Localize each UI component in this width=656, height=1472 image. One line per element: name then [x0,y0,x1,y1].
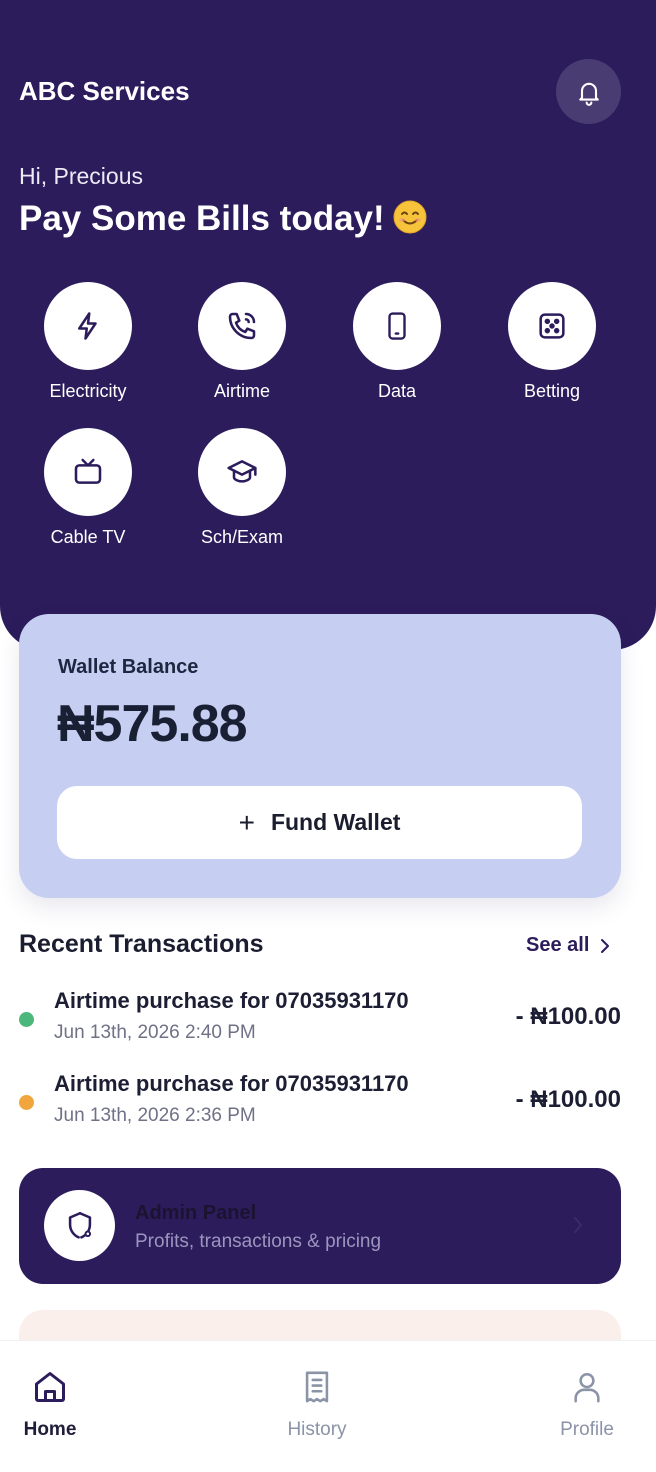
recent-transactions-title: Recent Transactions [19,930,264,958]
dice-icon [539,313,565,339]
receipt-icon [305,1371,329,1403]
transaction-row[interactable]: Airtime purchase for 07035931170 Jun 13t… [0,988,656,1058]
bell-icon [578,82,599,106]
transaction-amount: - ₦100.00 [515,1003,621,1030]
wallet-balance-label: Wallet Balance [58,656,199,678]
service-cable-tv-circle [44,428,132,516]
service-label: Cable TV [50,527,126,547]
service-label: Airtime [213,381,270,401]
service-electricity[interactable]: Electricity [23,282,153,402]
service-betting[interactable]: Betting [487,282,617,402]
phone-call-icon [228,312,256,340]
service-betting-circle [508,282,596,370]
app-title: ABC Services [19,76,190,106]
service-label: Electricity [49,381,127,401]
service-cable-tv[interactable]: Cable TV [23,428,153,548]
transaction-title: Airtime purchase for 07035931170 [54,1071,409,1096]
transaction-title: Airtime purchase for 07035931170 [54,988,409,1013]
service-data[interactable]: Data [332,282,462,402]
chevron-right-icon [601,938,610,953]
nav-label-home: Home [23,1419,77,1440]
nav-item-profile[interactable]: Profile [522,1367,652,1441]
transaction-row[interactable]: Airtime purchase for 07035931170 Jun 13t… [0,1071,656,1141]
service-sch-exam-circle [198,428,286,516]
fund-wallet-label: Fund Wallet [270,809,401,835]
home-icon [35,1372,65,1402]
see-all-label: See all [526,934,590,956]
fund-wallet-button[interactable]: + Fund Wallet [57,786,582,859]
transaction-amount: - ₦100.00 [515,1086,621,1113]
nav-item-history[interactable]: History [252,1367,382,1441]
smiling-face-emoji-icon [393,200,427,234]
user-icon [574,1372,600,1403]
transaction-date: Jun 13th, 2026 2:36 PM [54,1105,256,1126]
header-banner: ABC Services Hi, Precious Pay Some Bills… [0,0,656,650]
lightning-icon [78,312,97,340]
tv-icon [74,458,102,484]
headline: Pay Some Bills today! [19,199,427,239]
bottom-navigation: Home History Profile [0,1340,656,1472]
status-dot [19,1095,34,1110]
wallet-balance-amount: ₦575.88 [57,695,248,753]
headline-text: Pay Some Bills today! [19,199,385,238]
service-electricity-circle [44,282,132,370]
notifications-button[interactable] [556,59,621,124]
shield-settings-icon [68,1211,91,1239]
admin-panel-subtitle: Profits, transactions & pricing [135,1231,382,1252]
greeting: Hi, Precious [19,163,143,189]
smartphone-icon [388,312,406,340]
plus-icon: + [238,806,255,838]
admin-icon-circle [44,1190,115,1261]
admin-panel-card[interactable]: Admin Panel Profits, transactions & pric… [19,1168,621,1284]
chevron-right-icon [574,1217,582,1233]
service-label: Sch/Exam [200,527,284,547]
service-label: Data [377,381,417,401]
service-label: Betting [523,381,581,401]
see-all-link[interactable]: See all [526,934,611,957]
wallet-card: Wallet Balance ₦575.88 + Fund Wallet [19,614,621,898]
nav-item-home[interactable]: Home [0,1367,115,1441]
service-sch-exam[interactable]: Sch/Exam [177,428,307,548]
service-data-circle [353,282,441,370]
nav-label-history: History [287,1419,347,1440]
service-airtime[interactable]: Airtime [177,282,307,402]
status-dot [19,1012,34,1027]
nav-label-profile: Profile [560,1419,614,1440]
service-airtime-circle [198,282,286,370]
graduation-cap-icon [227,460,257,483]
admin-panel-title: Admin Panel [135,1202,257,1224]
transaction-date: Jun 13th, 2026 2:40 PM [54,1022,256,1043]
